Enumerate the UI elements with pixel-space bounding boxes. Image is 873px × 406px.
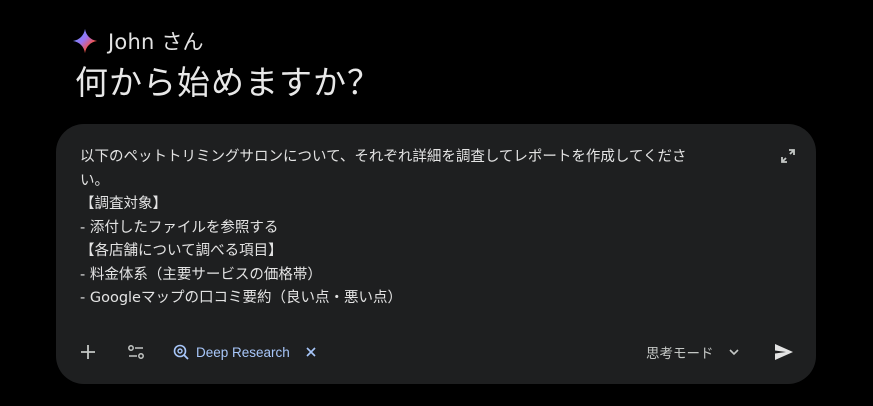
prompt-composer: 以下のペットトリミングサロンについて、それぞれ詳細を調査してレポートを作成してく… — [56, 124, 816, 384]
send-icon — [775, 344, 793, 360]
tools-icon — [128, 345, 144, 359]
prompt-line: 以下のペットトリミングサロンについて、それぞれ詳細を調査してレポートを作成してく… — [80, 149, 687, 165]
send-button[interactable] — [768, 336, 800, 368]
deep-research-label: Deep Research — [196, 344, 290, 360]
close-icon — [306, 347, 316, 357]
expand-icon — [781, 149, 795, 163]
add-button[interactable] — [74, 338, 102, 366]
deep-research-chip[interactable]: Deep Research — [166, 338, 324, 366]
gemini-spark-icon — [72, 28, 98, 54]
greeting: John さん — [72, 27, 204, 55]
page: John さん 何から始めますか？ 以下のペットトリミングサロンについて、それぞ… — [0, 0, 873, 406]
mode-label: 思考モード — [646, 346, 714, 362]
prompt-line: 【各店舗について調べる項目】 — [80, 243, 283, 259]
prompt-input[interactable]: 以下のペットトリミングサロンについて、それぞれ詳細を調査してレポートを作成してく… — [80, 146, 740, 311]
page-title: 何から始めますか？ — [75, 63, 381, 102]
mode-selector[interactable]: 思考モード — [646, 338, 742, 366]
prompt-line: い。 — [80, 172, 109, 189]
prompt-line: 【調査対象】 — [80, 196, 167, 212]
chevron-down-icon — [728, 349, 739, 356]
prompt-line: - Googleマップの口コミ要約（良い点・悪い点） — [80, 290, 402, 306]
tools-button[interactable] — [122, 338, 150, 366]
deep-research-icon — [173, 344, 189, 360]
plus-icon — [81, 345, 95, 359]
composer-toolbar: Deep Research 思考モード — [56, 334, 816, 370]
expand-button[interactable] — [778, 146, 798, 166]
prompt-line: - 料金体系（主要サービスの価格帯） — [80, 266, 322, 283]
remove-chip-button[interactable] — [304, 345, 318, 359]
prompt-line: - 添付したファイルを参照する — [80, 219, 279, 236]
greeting-text: John さん — [108, 30, 204, 54]
